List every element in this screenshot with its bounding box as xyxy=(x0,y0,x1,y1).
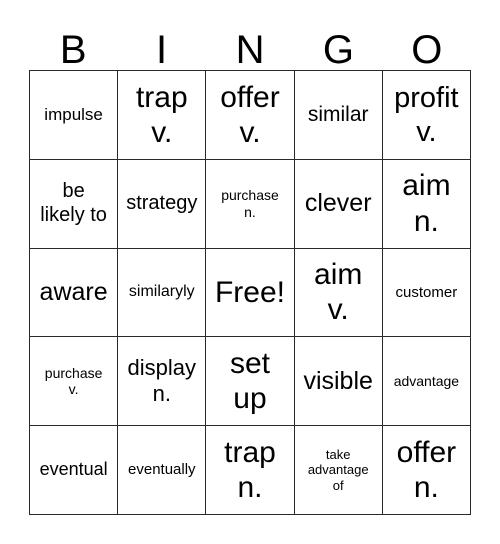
bingo-cell-label: clever xyxy=(304,188,372,217)
bingo-header-letter-n: N xyxy=(235,28,265,72)
bingo-grid: impulse trap v. offer v. similar profit … xyxy=(29,70,471,515)
bingo-cell[interactable]: trap n. xyxy=(206,426,295,515)
bingo-cell-label: trap v. xyxy=(135,80,188,149)
bingo-cell[interactable]: trap v. xyxy=(118,71,207,160)
bingo-header-letter-g: G xyxy=(322,28,354,72)
bingo-cell[interactable]: aim v. xyxy=(294,248,383,338)
bingo-cell-label: advantage xyxy=(393,373,460,390)
bingo-header-letter-i: I xyxy=(156,28,168,72)
bingo-cell[interactable]: profit v. xyxy=(382,71,471,160)
bingo-cell[interactable]: similaryly xyxy=(118,248,207,338)
bingo-cell[interactable]: be likely to xyxy=(30,159,119,249)
bingo-cell-label: display n. xyxy=(127,355,197,407)
bingo-cell-label: set up xyxy=(229,346,270,416)
bingo-cell[interactable]: advantage xyxy=(382,337,471,427)
bingo-cell-label: visible xyxy=(303,366,373,395)
bingo-cell[interactable]: eventually xyxy=(118,426,207,515)
bingo-cell[interactable]: customer xyxy=(382,248,471,338)
bingo-cell-label: take advantage of xyxy=(307,447,369,493)
bingo-cell-free-space[interactable]: Free! xyxy=(206,248,295,338)
bingo-cell-label: be likely to xyxy=(40,180,107,226)
bingo-header-letter-b: B xyxy=(59,28,87,72)
bingo-cell[interactable]: aim n. xyxy=(382,159,471,249)
bingo-cell[interactable]: offer n. xyxy=(382,426,471,515)
bingo-cell-label: impulse xyxy=(44,104,103,124)
bingo-cell-label: aim v. xyxy=(314,258,363,327)
bingo-cell-label: eventual xyxy=(39,459,108,480)
bingo-cell-label: similaryly xyxy=(128,283,195,301)
bingo-cell[interactable]: take advantage of xyxy=(294,426,383,515)
bingo-cell-label: strategy xyxy=(126,191,198,214)
bingo-cell[interactable]: strategy xyxy=(118,159,207,249)
bingo-cell-label: Free! xyxy=(214,275,285,309)
bingo-cell-label: aim n. xyxy=(402,169,451,238)
bingo-header-letter-o: O xyxy=(411,28,443,72)
bingo-cell-label: customer xyxy=(395,283,458,301)
bingo-cell[interactable]: impulse xyxy=(30,71,119,160)
bingo-cell[interactable]: set up xyxy=(206,337,295,427)
bingo-cell-label: similar xyxy=(307,102,369,126)
bingo-cell[interactable]: eventual xyxy=(30,426,119,515)
bingo-cell-label: offer n. xyxy=(396,435,457,505)
bingo-cell-label: offer v. xyxy=(220,80,280,149)
bingo-cell-label: purchase n. xyxy=(221,187,279,220)
bingo-cell[interactable]: purchase v. xyxy=(30,337,119,427)
bingo-cell[interactable]: visible xyxy=(294,337,383,427)
bingo-cell-label: purchase v. xyxy=(44,364,103,398)
bingo-cell[interactable]: aware xyxy=(30,248,119,338)
bingo-cell-label: aware xyxy=(39,277,108,306)
bingo-cell-label: trap n. xyxy=(224,435,276,505)
bingo-cell-label: eventually xyxy=(128,461,196,479)
bingo-cell-label: profit v. xyxy=(394,81,459,148)
bingo-card: B I N G O impulse trap v. offer v. simil… xyxy=(0,0,500,544)
bingo-cell[interactable]: offer v. xyxy=(206,71,295,160)
bingo-header-row: B I N G O xyxy=(29,18,471,70)
bingo-cell[interactable]: display n. xyxy=(118,337,207,427)
bingo-cell[interactable]: clever xyxy=(294,159,383,249)
bingo-cell[interactable]: similar xyxy=(294,71,383,160)
bingo-cell[interactable]: purchase n. xyxy=(206,159,295,249)
